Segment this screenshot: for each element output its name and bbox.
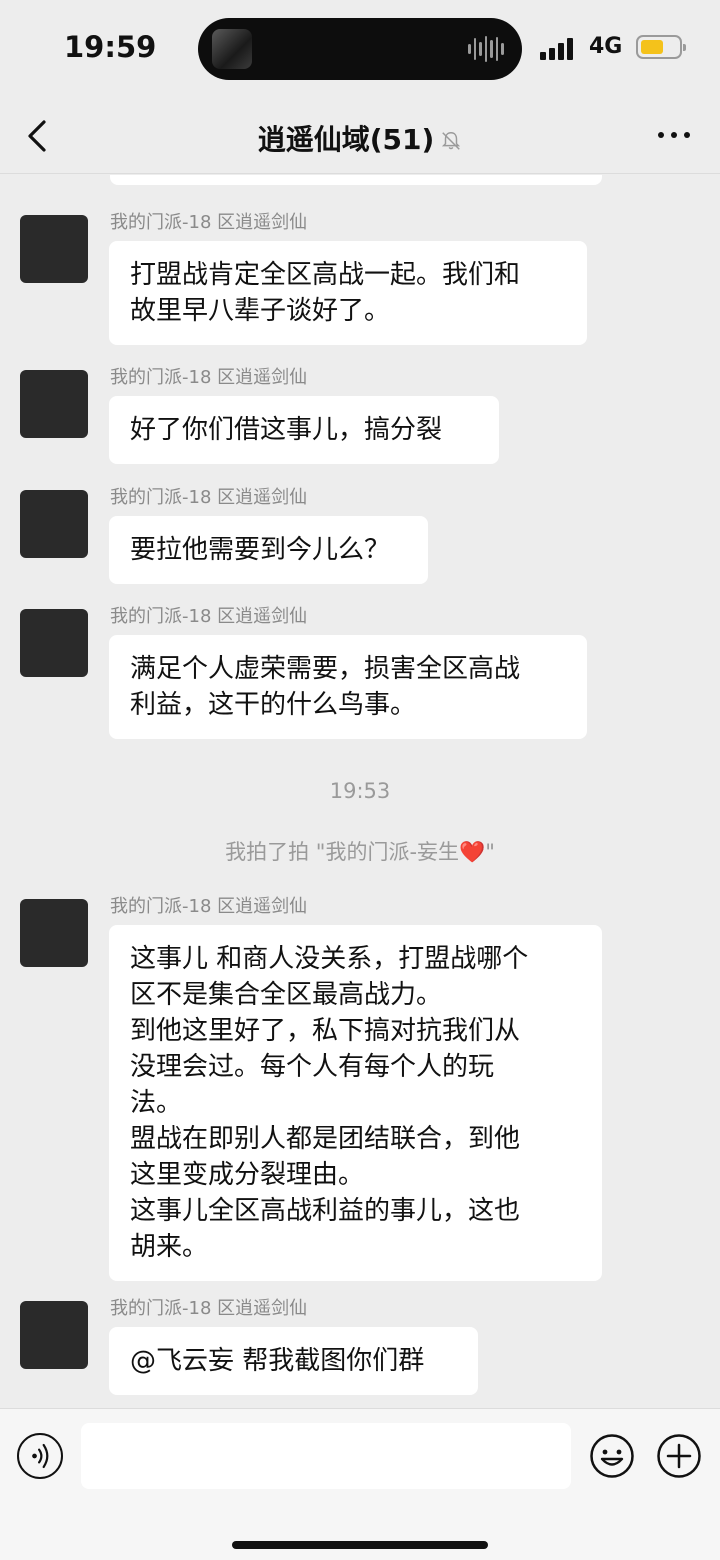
bell-muted-icon [442,132,461,150]
message-list[interactable]: 我的门派-18 区逍遥剑仙 打盟战肯定全区高战一起。我们和 故里早八辈子谈好了。… [0,175,720,1407]
chat-title-wrap[interactable]: 逍遥仙域(51) [0,118,720,158]
avatar[interactable] [20,490,88,558]
input-bar [0,1408,720,1560]
home-indicator[interactable] [232,1541,488,1549]
emoji-icon[interactable] [589,1433,635,1479]
partial-message-bubble [110,175,602,185]
avatar[interactable] [20,899,88,967]
chat-title: 逍遥仙域(51) [257,123,435,156]
message-input[interactable] [81,1423,571,1489]
timestamp: 19:53 [329,779,391,803]
pat-notice-text: 我拍了拍 "我的门派-妄生 [225,840,460,864]
sender-name: 我的门派-18 区逍遥剑仙 [110,367,308,388]
sender-name: 我的门派-18 区逍遥剑仙 [110,896,308,917]
status-time: 19:59 [64,30,157,64]
avatar[interactable] [20,370,88,438]
message-bubble[interactable]: 打盟战肯定全区高战一起。我们和 故里早八辈子谈好了。 [109,241,587,345]
message-bubble[interactable]: 好了你们借这事儿，搞分裂 [109,396,499,464]
message-bubble[interactable]: 要拉他需要到今儿么？ [109,516,428,584]
heart-icon: ❤️ [459,840,486,864]
network-type: 4G [589,34,623,59]
pat-notice: 我拍了拍 "我的门派-妄生❤️" [0,836,720,866]
message-bubble[interactable]: 这事儿 和商人没关系，打盟战哪个 区不是集合全区最高战力。 到他这里好了，私下搞… [109,925,602,1281]
plus-icon[interactable] [656,1433,702,1479]
now-playing-artwork [212,29,252,69]
message-bubble[interactable]: @飞云妄 帮我截图你们群 [109,1327,478,1395]
sender-name: 我的门派-18 区逍遥剑仙 [110,487,308,508]
message-bubble[interactable]: 满足个人虚荣需要，损害全区高战 利益，这干的什么鸟事。 [109,635,587,739]
chat-header: 逍遥仙域(51) [0,100,720,174]
sender-name: 我的门派-18 区逍遥剑仙 [110,1298,308,1319]
avatar[interactable] [20,609,88,677]
battery-icon [636,35,686,59]
status-bar: 19:59 4G [0,0,720,100]
sender-name: 我的门派-18 区逍遥剑仙 [110,606,308,627]
audio-wave-icon [468,34,505,64]
voice-icon[interactable] [17,1433,63,1479]
avatar[interactable] [20,215,88,283]
cellular-signal-icon [540,38,576,60]
dynamic-island[interactable] [198,18,522,80]
sender-name: 我的门派-18 区逍遥剑仙 [110,212,308,233]
battery-level [641,40,663,54]
avatar[interactable] [20,1301,88,1369]
more-dots-icon[interactable] [658,132,690,138]
pat-notice-suffix: " [485,840,495,864]
